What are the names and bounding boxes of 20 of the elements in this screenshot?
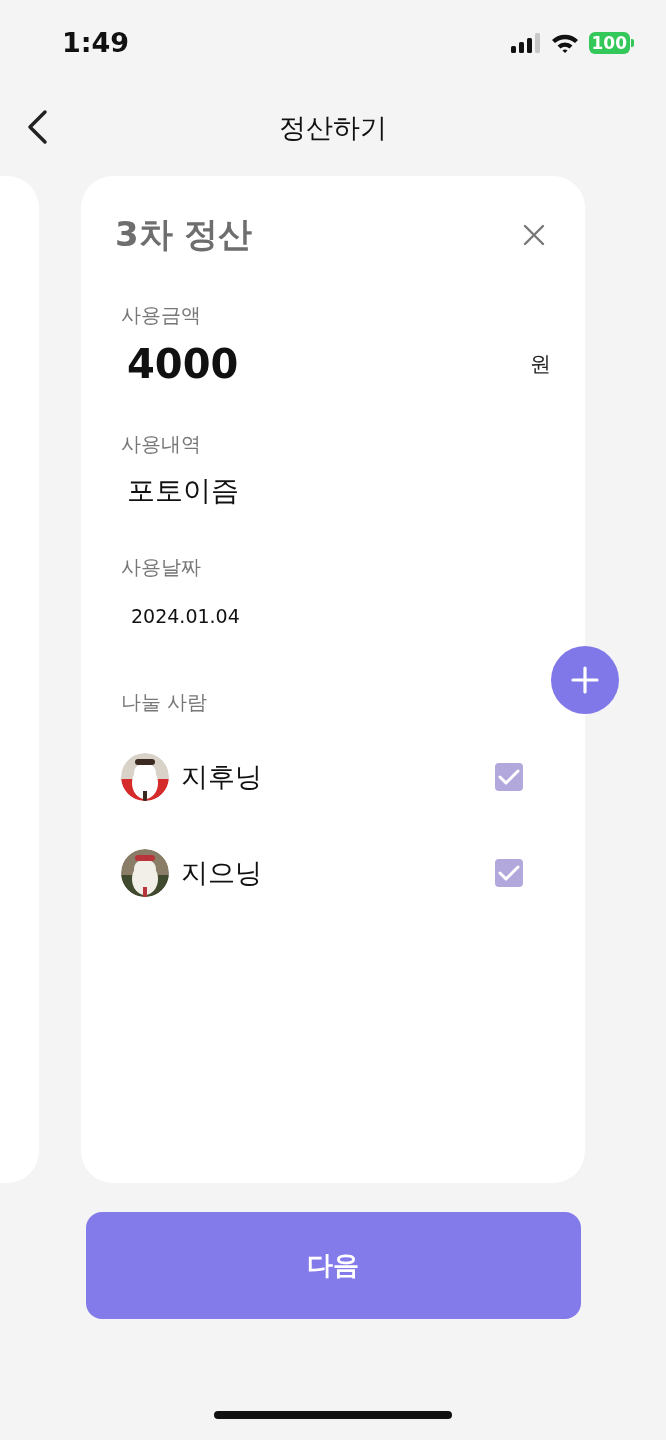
member-name: 지으닝 xyxy=(181,856,263,890)
plus-icon xyxy=(571,666,599,694)
signal-icon xyxy=(510,32,541,53)
back-button[interactable] xyxy=(26,109,48,145)
next-button[interactable]: 다음 xyxy=(85,1212,581,1319)
date-field[interactable]: 2024.01.04 xyxy=(121,605,551,627)
close-button[interactable] xyxy=(523,224,545,246)
field-label: 사용내역 xyxy=(121,431,202,458)
field-label: 사용금액 xyxy=(121,302,202,329)
status-time: 1:49 xyxy=(62,27,130,58)
member-name: 지후닝 xyxy=(181,760,263,794)
page-title: 정산하기 xyxy=(279,110,387,145)
description-field[interactable]: 포토이즘 xyxy=(121,472,551,510)
field-label: 나눌 사람 xyxy=(121,689,209,716)
wifi-icon xyxy=(550,32,579,53)
field-label: 사용날짜 xyxy=(121,554,202,581)
amount-field[interactable]: 4000 원 xyxy=(121,341,551,387)
card-title: 3차 정산 xyxy=(115,213,253,256)
checkbox[interactable] xyxy=(495,859,523,887)
checkbox[interactable] xyxy=(495,763,523,791)
